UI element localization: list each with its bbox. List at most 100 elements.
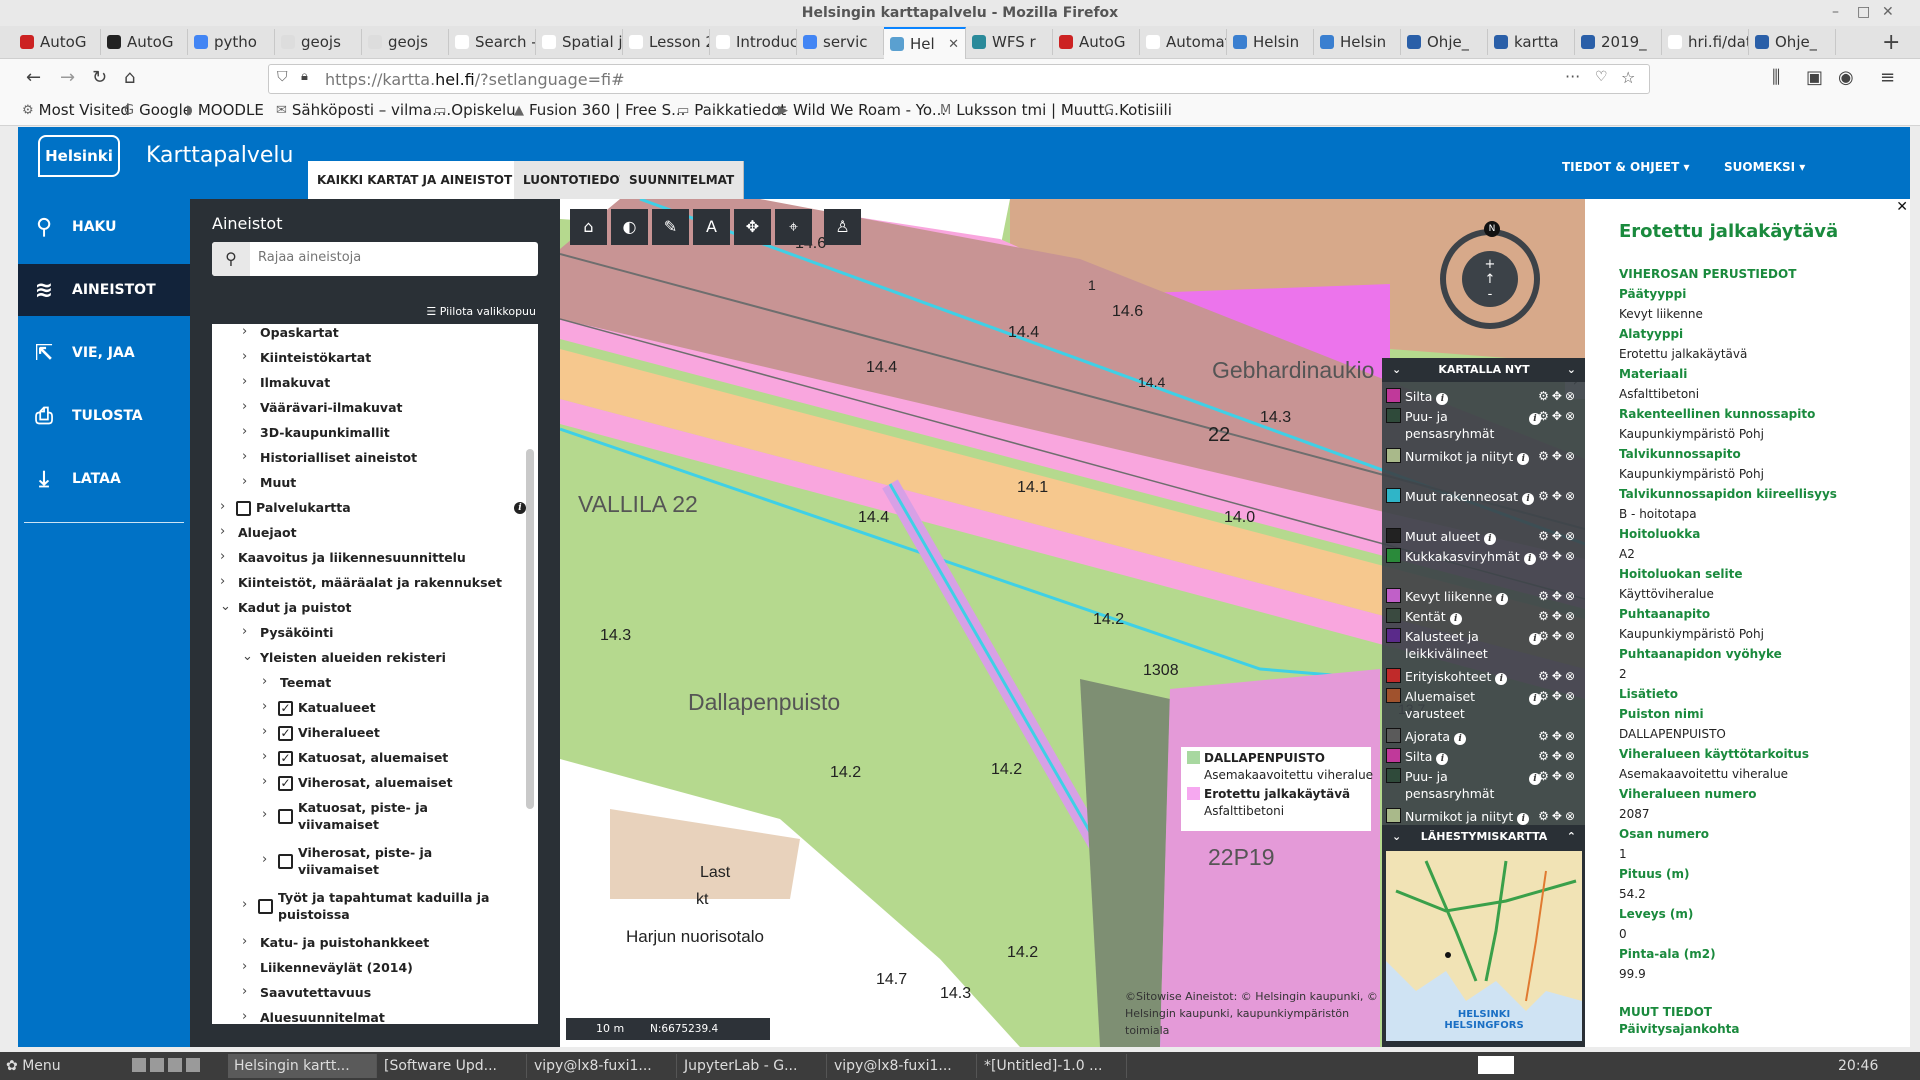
layer-tools-icon[interactable]: ⚙✥⊗ xyxy=(1538,488,1578,505)
popup-path-row[interactable]: Erotettu jalkakäytävä xyxy=(1187,787,1350,801)
tree-item[interactable]: Aluesuunnitelmat xyxy=(260,1009,385,1024)
chevron-right-icon[interactable]: › xyxy=(242,984,247,999)
bookmark-item[interactable]: G Kotisiili xyxy=(1104,101,1172,119)
search-icon[interactable]: ⚲ xyxy=(212,242,250,276)
info-icon[interactable]: i xyxy=(1495,673,1508,685)
chevron-right-icon[interactable]: › xyxy=(220,524,225,539)
helsinki-logo[interactable]: Helsinki xyxy=(38,135,120,177)
chevron-right-icon[interactable]: › xyxy=(242,449,247,464)
layer-row[interactable]: Kalusteet ja leikkivälineeti ⚙✥⊗ xyxy=(1386,628,1582,662)
layer-checkbox[interactable] xyxy=(258,899,273,914)
maximize-icon[interactable]: □ xyxy=(1857,4,1870,20)
tree-item[interactable]: Ilmakuvat xyxy=(260,374,330,391)
tree-item[interactable]: Katuosat, aluemaiset xyxy=(298,749,448,766)
tab-all-maps[interactable]: KAIKKI KARTAT JA AINEISTOT xyxy=(308,161,523,199)
layer-checkbox[interactable] xyxy=(236,501,251,516)
chevron-right-icon[interactable]: › xyxy=(220,574,225,589)
bookmark-item[interactable]: ▭ Opiskelu xyxy=(434,101,516,119)
chevron-down-icon[interactable]: ⌄ xyxy=(1567,358,1576,382)
chevron-right-icon[interactable]: › xyxy=(262,699,267,714)
layer-row[interactable]: Erityiskohteet i ⚙✥⊗ xyxy=(1386,668,1582,685)
tree-item[interactable]: Aluejaot xyxy=(238,524,297,541)
home-icon[interactable]: ⌂ xyxy=(124,67,135,88)
chevron-right-icon[interactable]: › xyxy=(262,724,267,739)
popup-park-row[interactable]: DALLAPENPUISTO xyxy=(1187,751,1325,765)
new-tab-icon[interactable]: + xyxy=(1882,30,1900,55)
tree-item[interactable]: Viherosat, aluemaiset xyxy=(298,774,453,791)
tree-item[interactable]: Liikenneväylät (2014) xyxy=(260,959,413,976)
layer-checkbox[interactable]: ✓ xyxy=(278,701,293,716)
tree-item[interactable]: Muut xyxy=(260,474,296,491)
chevron-down-icon[interactable]: ⌄ xyxy=(242,649,253,664)
chevron-right-icon[interactable]: › xyxy=(242,934,247,949)
chevron-right-icon[interactable]: › xyxy=(262,749,267,764)
page-actions-icon[interactable]: ··· xyxy=(1565,67,1580,86)
shield-icon[interactable]: ⛉ xyxy=(277,69,288,85)
browser-tab[interactable]: Spatial jc xyxy=(536,29,623,55)
files-icon[interactable] xyxy=(150,1058,164,1072)
tree-item[interactable]: Pysäköinti xyxy=(260,624,333,641)
tree-item[interactable]: Katu- ja puistohankkeet xyxy=(260,934,429,951)
street-view-icon[interactable]: ♙ xyxy=(824,209,861,245)
tree-item[interactable]: Viheralueet xyxy=(298,724,380,741)
layer-row[interactable]: Silta i ⚙✥⊗ xyxy=(1386,748,1582,765)
overview-map[interactable]: HELSINKI HELSINGFORS xyxy=(1386,851,1582,1041)
browser-tab[interactable]: hri.fi/dat xyxy=(1662,29,1749,55)
browser-tab[interactable]: WFS r xyxy=(966,29,1053,55)
info-icon[interactable]: i xyxy=(1483,533,1496,545)
tab-plans[interactable]: SUUNNITELMAT xyxy=(620,161,745,199)
nav-search[interactable]: ⚲ HAKU xyxy=(18,201,190,253)
info-icon[interactable]: i xyxy=(514,502,526,514)
layer-row[interactable]: Ajorata i ⚙✥⊗ xyxy=(1386,728,1582,745)
layer-checkbox[interactable]: ✓ xyxy=(278,776,293,791)
tree-item[interactable]: Kadut ja puistot xyxy=(238,599,351,616)
chevron-right-icon[interactable]: › xyxy=(220,549,225,564)
chevron-right-icon[interactable]: › xyxy=(242,1009,247,1024)
chevron-right-icon[interactable]: › xyxy=(242,959,247,974)
chevron-right-icon[interactable]: › xyxy=(262,674,267,689)
bookmark-item[interactable]: ▶ Wild We Roam - Yo... xyxy=(778,101,946,119)
close-icon[interactable]: ✕ xyxy=(1896,199,1908,215)
tree-item[interactable]: 3D-kaupunkimallit xyxy=(260,424,390,441)
browser-tab[interactable]: geojs xyxy=(362,29,449,55)
layer-tools-icon[interactable]: ⚙✥⊗ xyxy=(1538,548,1578,565)
url-text[interactable]: https://kartta.hel.fi/?setlanguage=fi# xyxy=(325,70,624,89)
app-menu-icon[interactable]: ≡ xyxy=(1880,67,1895,88)
chevron-right-icon[interactable]: › xyxy=(242,349,247,364)
browser-tab[interactable]: Automat xyxy=(1140,29,1227,55)
info-icon[interactable]: i xyxy=(1522,493,1535,505)
tree-item[interactable]: Kiinteistöt, määräalat ja rakennukset xyxy=(238,574,502,591)
language-menu[interactable]: SUOMEKSI ▾ xyxy=(1724,160,1805,174)
start-menu-button[interactable]: ✿ Menu xyxy=(0,1054,72,1078)
overview-header[interactable]: ⌄ LÄHESTYMISKARTTA ⌃ xyxy=(1382,825,1585,849)
bookmark-item[interactable]: ◗ MOODLE xyxy=(186,101,264,119)
layer-checkbox[interactable]: ✓ xyxy=(278,751,293,766)
info-icon[interactable]: i xyxy=(1449,613,1462,625)
browser-tab[interactable]: Ohje_ xyxy=(1749,29,1836,55)
layer-tools-icon[interactable]: ⚙✥⊗ xyxy=(1538,388,1578,405)
tree-item[interactable]: Palvelukartta xyxy=(256,499,351,516)
browser-tab[interactable]: Search - xyxy=(449,29,536,55)
folder-icon[interactable] xyxy=(168,1058,182,1072)
bookmark-star-icon[interactable]: ☆ xyxy=(1621,68,1635,87)
browser-tab[interactable]: pytho xyxy=(188,29,275,55)
chevron-right-icon[interactable]: › xyxy=(242,399,247,414)
layers-card-header[interactable]: ⌄ KARTALLA NYT ⌄ xyxy=(1382,358,1585,382)
north-arrow-icon[interactable]: ↑ xyxy=(1462,272,1518,287)
tree-item[interactable]: Väärävari-ilmakuvat xyxy=(260,399,402,416)
browser-tab[interactable]: Introduct xyxy=(710,29,797,55)
info-icon[interactable]: i xyxy=(1517,453,1530,465)
layer-tools-icon[interactable]: ⚙✥⊗ xyxy=(1538,588,1578,605)
account-icon[interactable]: ◉ xyxy=(1838,67,1854,88)
pocket-icon[interactable]: ♡ xyxy=(1595,69,1608,85)
zoom-control[interactable]: + ↑ - xyxy=(1462,251,1518,307)
text-icon[interactable]: A xyxy=(693,209,730,245)
workspace-indicator[interactable] xyxy=(1478,1056,1514,1074)
info-icon[interactable]: i xyxy=(1436,753,1449,765)
browser-tab[interactable]: servic xyxy=(797,29,884,55)
layer-checkbox[interactable]: ✓ xyxy=(278,726,293,741)
info-icon[interactable]: i xyxy=(1523,553,1536,565)
bookmark-item[interactable]: ⚙ Most Visited xyxy=(22,101,130,119)
nav-datasets[interactable]: ≋ AINEISTOT xyxy=(18,264,190,316)
layer-tools-icon[interactable]: ⚙✥⊗ xyxy=(1538,768,1578,785)
